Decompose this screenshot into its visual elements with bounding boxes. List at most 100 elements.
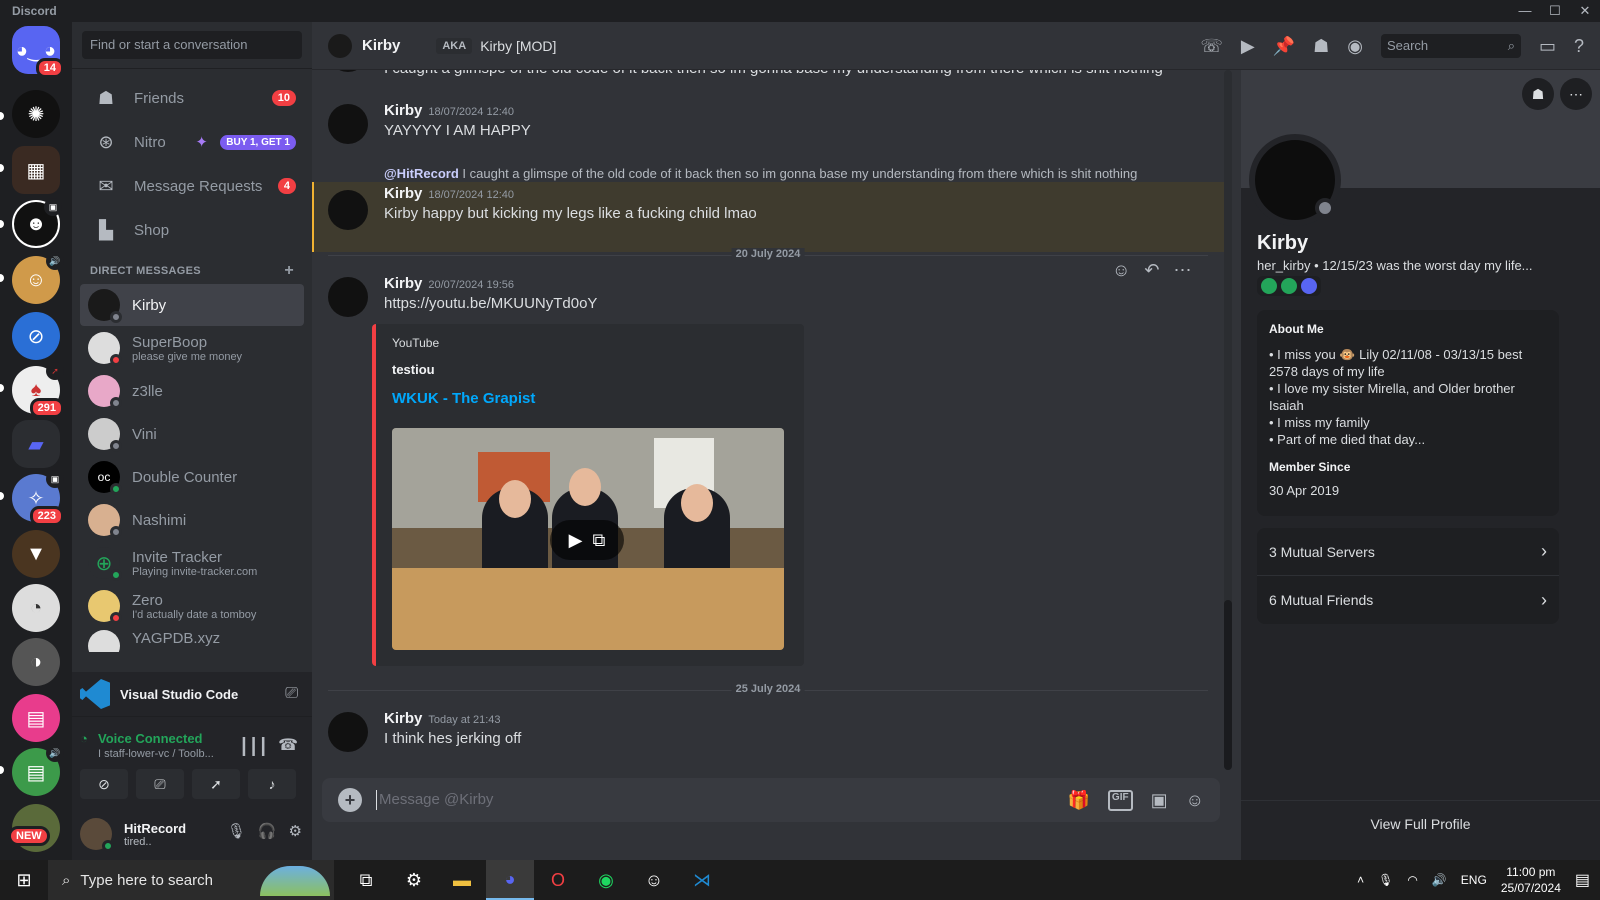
noise-suppression-icon[interactable]: ┃┃┃ <box>239 737 268 757</box>
nav-shop[interactable]: ▙ Shop <box>80 209 304 251</box>
share-screen-icon[interactable]: ⎚ <box>136 769 184 799</box>
task-view-icon[interactable]: ⧉ <box>342 860 390 900</box>
windows-start-icon[interactable]: ⊞ <box>0 860 48 900</box>
server-icon[interactable]: ▦ <box>12 146 60 194</box>
dm-item-superboop[interactable]: SuperBoop please give me money <box>80 327 304 369</box>
gear-icon[interactable]: ⚙ <box>289 822 302 840</box>
opera-icon[interactable]: O <box>534 860 582 900</box>
video-call-icon[interactable]: ▶ <box>1241 36 1255 57</box>
avatar[interactable] <box>328 104 368 144</box>
mutual-servers-button[interactable]: 3 Mutual Servers › <box>1257 528 1559 576</box>
close-button[interactable]: ✕ <box>1570 0 1600 22</box>
avatar[interactable] <box>328 712 368 752</box>
scrollbar-thumb[interactable] <box>1224 600 1232 770</box>
nav-message-requests[interactable]: ✉ Message Requests 4 <box>80 165 304 207</box>
avatar[interactable] <box>328 277 368 317</box>
dm-item-z3lle[interactable]: z3lle <box>80 370 304 412</box>
server-icon[interactable]: ✺ <box>12 90 60 138</box>
soundboard-icon[interactable]: ♪ <box>248 769 296 799</box>
chevron-up-icon[interactable]: ˄ <box>1357 873 1364 887</box>
wifi-icon[interactable]: ◠ <box>1407 873 1417 887</box>
server-icon[interactable]: ⊘ <box>12 312 60 360</box>
pin-icon[interactable]: 📌 <box>1273 36 1295 57</box>
activity-bar[interactable]: Visual Studio Code ⎚ <box>72 672 312 716</box>
discord-icon[interactable]: ◕ <box>486 860 534 900</box>
conversation-search-input[interactable]: Find or start a conversation <box>82 31 302 59</box>
server-icon[interactable]: ☺ 🔊 <box>12 252 64 304</box>
activity-rocket-icon[interactable]: ➚ <box>192 769 240 799</box>
message-author[interactable]: Kirby <box>384 102 422 119</box>
spotify-icon[interactable]: ◉ <box>582 860 630 900</box>
server-icon[interactable]: ☻ ▣ <box>12 198 62 248</box>
message-link[interactable]: https://youtu.be/MKUUNyTd0oY <box>384 295 1228 312</box>
taskbar-search[interactable]: ⌕ Type here to search <box>48 860 334 900</box>
server-icon[interactable]: ✧ ▣ 223 <box>12 470 64 526</box>
voice-status[interactable]: Voice Connected <box>98 731 203 746</box>
dm-item-invite-tracker[interactable]: ⊕ Invite Tracker Playing invite-tracker.c… <box>80 542 304 584</box>
minimize-button[interactable]: — <box>1510 0 1540 22</box>
maximize-button[interactable]: ☐ <box>1540 0 1570 22</box>
reply-mention[interactable]: @HitRecord <box>384 166 459 181</box>
channel-name[interactable]: Kirby <box>362 37 400 54</box>
view-full-profile-button[interactable]: View Full Profile <box>1241 800 1600 860</box>
search-input[interactable]: Search ⌕ <box>1380 34 1521 58</box>
nav-nitro[interactable]: ⊛ Nitro ✦ BUY 1, GET 1 <box>80 121 304 163</box>
voice-channel[interactable]: I staff-lower-vc / Toolb... <box>98 748 214 760</box>
message-author[interactable]: Kirby <box>384 275 422 292</box>
embed-title[interactable]: WKUK - The Grapist <box>392 390 535 407</box>
gift-icon[interactable]: 🎁 <box>1068 790 1090 811</box>
dm-item-kirby[interactable]: Kirby <box>80 284 304 326</box>
signal-icon[interactable]: ◔ <box>80 731 88 746</box>
add-friends-to-dm-icon[interactable]: ☗ <box>1313 36 1329 57</box>
video-thumbnail[interactable]: ▶ ⧉ <box>392 428 784 650</box>
voice-call-icon[interactable]: ☏ <box>1200 36 1223 57</box>
help-icon[interactable]: ? <box>1574 36 1584 57</box>
language-indicator[interactable]: ENG <box>1461 873 1487 887</box>
headphones-icon[interactable]: 🎧 <box>258 822 277 840</box>
home-button[interactable]: ◕‿◕ 14 <box>12 26 64 78</box>
profile-avatar[interactable] <box>1249 134 1341 226</box>
hypesquad-badge-icon[interactable] <box>1261 278 1277 294</box>
server-icon[interactable]: ◑ <box>12 638 60 686</box>
embed-provider[interactable]: YouTube <box>392 336 439 350</box>
dm-item-nashimi[interactable]: Nashimi <box>80 499 304 541</box>
settings-icon[interactable]: ⚙ <box>390 860 438 900</box>
message-author[interactable]: Kirby <box>384 710 422 727</box>
server-icon[interactable]: ▤ 🔊 <box>12 744 64 796</box>
clock[interactable]: 11:00 pm 25/07/2024 <box>1501 864 1561 896</box>
microphone-icon[interactable]: 🎙 <box>227 822 246 840</box>
avatar[interactable] <box>80 818 114 852</box>
microphone-icon[interactable]: 🎙 <box>1378 873 1393 887</box>
server-icon[interactable]: ◔ <box>12 584 60 632</box>
create-dm-button[interactable]: + <box>284 263 294 279</box>
hash-badge-icon[interactable] <box>1281 278 1297 294</box>
user-profile-icon[interactable]: ◉ <box>1347 36 1363 57</box>
volume-icon[interactable]: 🔊 <box>1432 873 1447 887</box>
dm-item-zero[interactable]: Zero I'd actually date a tomboy <box>80 585 304 627</box>
gear-badge-icon[interactable] <box>1301 278 1317 294</box>
notifications-icon[interactable]: ▤ <box>1575 870 1590 890</box>
game-icon[interactable]: ☺ <box>630 860 678 900</box>
embed-author[interactable]: testiou <box>392 362 435 377</box>
message-author[interactable]: Kirby <box>384 185 422 202</box>
dm-item-vini[interactable]: Vini <box>80 413 304 455</box>
emoji-icon[interactable]: ☺ <box>1186 790 1204 811</box>
folder-icon[interactable]: ▰ <box>12 420 60 468</box>
inbox-icon[interactable]: ▭ <box>1539 36 1556 57</box>
play-button[interactable]: ▶ ⧉ <box>550 520 624 560</box>
gif-button[interactable]: GIF <box>1107 789 1133 811</box>
server-icon[interactable]: ▤ <box>12 694 60 742</box>
camera-off-icon[interactable]: ⊘ <box>80 769 128 799</box>
more-icon[interactable]: ⋯ <box>1560 78 1592 110</box>
nav-friends[interactable]: ☗ Friends 10 <box>80 77 304 119</box>
attach-plus-icon[interactable]: + <box>338 788 362 812</box>
add-friend-icon[interactable]: ☗ <box>1522 78 1554 110</box>
avatar[interactable] <box>328 190 368 230</box>
file-explorer-icon[interactable]: ▬ <box>438 860 486 900</box>
vscode-icon[interactable]: ⋊ <box>678 860 726 900</box>
server-icon[interactable]: NEW <box>8 804 60 852</box>
dm-item-double-counter[interactable]: oc Double Counter <box>80 456 304 498</box>
reply-preview[interactable]: @HitRecord I caught a glimspe of the old… <box>384 166 1228 181</box>
disconnect-icon[interactable]: ☎ <box>278 735 298 755</box>
dm-item-yagpdb[interactable]: YAGPDB.xyz <box>80 628 304 652</box>
